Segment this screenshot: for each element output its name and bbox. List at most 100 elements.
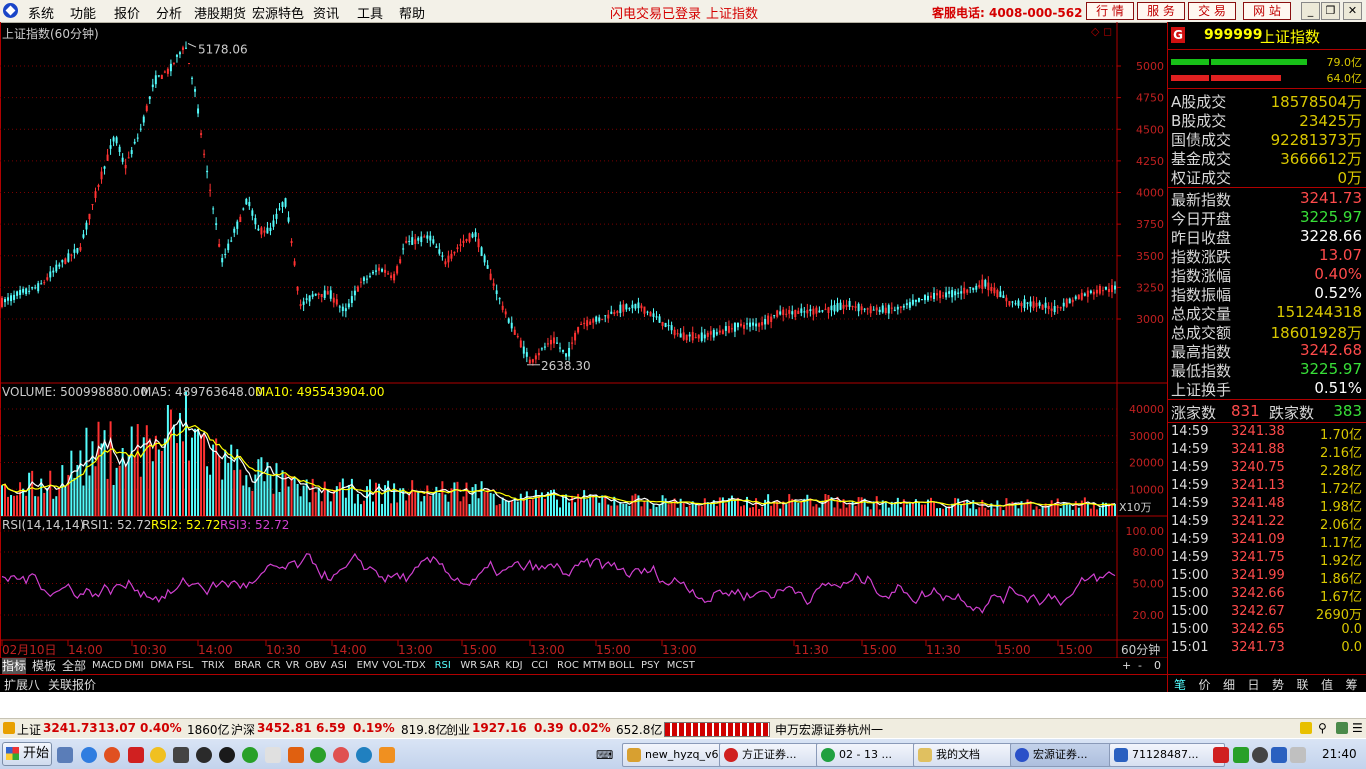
menu-quote[interactable]: 报价	[114, 3, 140, 22]
indicator-tab[interactable]: 全部	[62, 658, 86, 674]
volume-bar	[308, 502, 311, 516]
indicator-tab[interactable]: CCI	[531, 658, 548, 674]
indicator-tab[interactable]: RSI	[435, 658, 451, 674]
candle-body	[670, 325, 673, 331]
nav-website-button[interactable]: 网 站	[1243, 2, 1291, 20]
restore-icon[interactable]: ❐	[1321, 2, 1340, 20]
menu-tools[interactable]: 工具	[357, 3, 383, 22]
menu-news[interactable]: 资讯	[313, 3, 339, 22]
quicklaunch-app-icon[interactable]	[128, 747, 144, 763]
quicklaunch-green-icon[interactable]	[242, 747, 258, 763]
panel-tab[interactable]: 细	[1223, 676, 1235, 693]
start-button[interactable]: 开始	[2, 742, 52, 766]
indicator-tab[interactable]: DMA	[150, 658, 173, 674]
chart-canvas[interactable]: 5000 4750 4500 4250 4000 3750 3500 3250 3000 4000…	[0, 22, 1167, 658]
indicator-tab[interactable]: MTM	[583, 658, 606, 674]
indicator-tab[interactable]: EMV	[357, 658, 379, 674]
quicklaunch-ie-icon[interactable]	[81, 747, 97, 763]
indicator-tab[interactable]: VOL-TDX	[382, 658, 425, 674]
zoom-reset-button[interactable]: 0	[1154, 659, 1161, 672]
menu-system[interactable]: 系统	[28, 3, 54, 22]
quote-label: 最低指数	[1171, 362, 1232, 380]
indicator-tab[interactable]: BOLL	[609, 658, 635, 674]
quicklaunch-browser-icon[interactable]	[104, 747, 120, 763]
menu-function[interactable]: 功能	[70, 3, 96, 22]
volume-bar	[1114, 503, 1116, 516]
quicklaunch-360-icon[interactable]	[310, 747, 326, 763]
task-71128487[interactable]: 71128487...	[1109, 743, 1225, 767]
zoom-in-button[interactable]: +	[1122, 659, 1131, 672]
indicator-tab[interactable]: FSL	[176, 658, 194, 674]
keyboard-icon[interactable]: ⌨	[596, 748, 613, 762]
notice-icon[interactable]	[1300, 722, 1312, 734]
candle-body	[450, 253, 453, 259]
indicator-tab[interactable]: DMI	[124, 658, 143, 674]
panel-tab[interactable]: 势	[1272, 676, 1284, 693]
windows-icon	[6, 747, 19, 760]
chart-area[interactable]: 5000 4750 4500 4250 4000 3750 3500 3250 3000 4000…	[0, 22, 1167, 658]
quicklaunch-media-icon[interactable]	[173, 747, 189, 763]
chart-settings-icon[interactable]: ◇ ◻	[1091, 25, 1112, 38]
menu-help[interactable]: 帮助	[399, 3, 425, 22]
quicklaunch-qq-icon[interactable]	[196, 747, 212, 763]
indicator-tab[interactable]: CR	[267, 658, 281, 674]
panel-tab[interactable]: 值	[1321, 676, 1333, 693]
menu-hk-futures[interactable]: 港股期货	[194, 3, 246, 22]
tray-flag-icon[interactable]	[1213, 747, 1229, 763]
tray-shield-icon[interactable]	[1233, 747, 1249, 763]
tray-volume-icon[interactable]	[1290, 747, 1306, 763]
panel-tab[interactable]: 筹	[1346, 676, 1358, 693]
indicator-tab[interactable]: VR	[286, 658, 300, 674]
volume-bar	[697, 505, 700, 516]
quicklaunch-chrome-icon[interactable]	[333, 747, 349, 763]
indicator-tab[interactable]: SAR	[480, 658, 500, 674]
quicklaunch-c-icon[interactable]	[379, 747, 395, 763]
indicator-tab[interactable]: TRIX	[202, 658, 225, 674]
indicator-tab[interactable]: ROC	[557, 658, 579, 674]
quicklaunch-qq2-icon[interactable]	[219, 747, 235, 763]
indicator-tab[interactable]: ASI	[331, 658, 347, 674]
tab-related-quotes[interactable]: 关联报价	[48, 676, 96, 693]
panel-tab[interactable]: 价	[1199, 676, 1211, 693]
nav-trade-button[interactable]: 交 易	[1188, 2, 1236, 20]
quicklaunch-orange-icon[interactable]	[288, 747, 304, 763]
indicator-tab[interactable]: MACD	[92, 658, 122, 674]
minimize-icon[interactable]: _	[1301, 2, 1320, 20]
indicator-tab[interactable]: OBV	[305, 658, 326, 674]
panel-tab[interactable]: 联	[1297, 676, 1309, 693]
more-icon[interactable]: ☰	[1352, 721, 1363, 735]
quicklaunch-smile-icon[interactable]	[150, 747, 166, 763]
volume-bar	[414, 490, 417, 516]
candle-body	[574, 332, 577, 341]
panel-tab[interactable]: 笔	[1174, 676, 1186, 693]
indicator-tab[interactable]: KDJ	[505, 658, 522, 674]
tray-network-icon[interactable]	[1271, 747, 1287, 763]
indicator-tab[interactable]: BRAR	[234, 658, 261, 674]
indicator-tab[interactable]: 模板	[32, 658, 56, 674]
menu-analysis[interactable]: 分析	[156, 3, 182, 22]
tab-extension[interactable]: 扩展八	[4, 676, 40, 693]
nav-market-button[interactable]: 行 情	[1086, 2, 1134, 20]
indicator-tab[interactable]: 指标	[2, 658, 27, 674]
nav-service-button[interactable]: 服 务	[1137, 2, 1185, 20]
candle-body	[773, 315, 776, 317]
tray-qq-icon[interactable]	[1252, 747, 1268, 763]
connection-icon[interactable]	[1336, 722, 1348, 734]
market-icon[interactable]	[3, 722, 15, 734]
volume-bar	[773, 501, 776, 516]
close-icon[interactable]: ✕	[1343, 2, 1362, 20]
zoom-out-button[interactable]: -	[1138, 659, 1142, 672]
indicator-tab[interactable]: WR	[460, 658, 477, 674]
indicator-tab[interactable]: PSY	[641, 658, 660, 674]
quicklaunch-desktop-icon[interactable]	[57, 747, 73, 763]
candle-body	[133, 141, 136, 144]
indicator-tab[interactable]: MCST	[667, 658, 695, 674]
app-logo-icon[interactable]	[3, 3, 18, 18]
candle-body	[890, 307, 893, 309]
menu-hongyuan[interactable]: 宏源特色	[252, 3, 304, 22]
signal-icon[interactable]: ⚲	[1318, 721, 1327, 735]
quicklaunch-doc-icon[interactable]	[265, 747, 281, 763]
panel-tab[interactable]: 日	[1248, 676, 1260, 693]
candle-body	[842, 304, 845, 309]
quicklaunch-ie2-icon[interactable]	[356, 747, 372, 763]
